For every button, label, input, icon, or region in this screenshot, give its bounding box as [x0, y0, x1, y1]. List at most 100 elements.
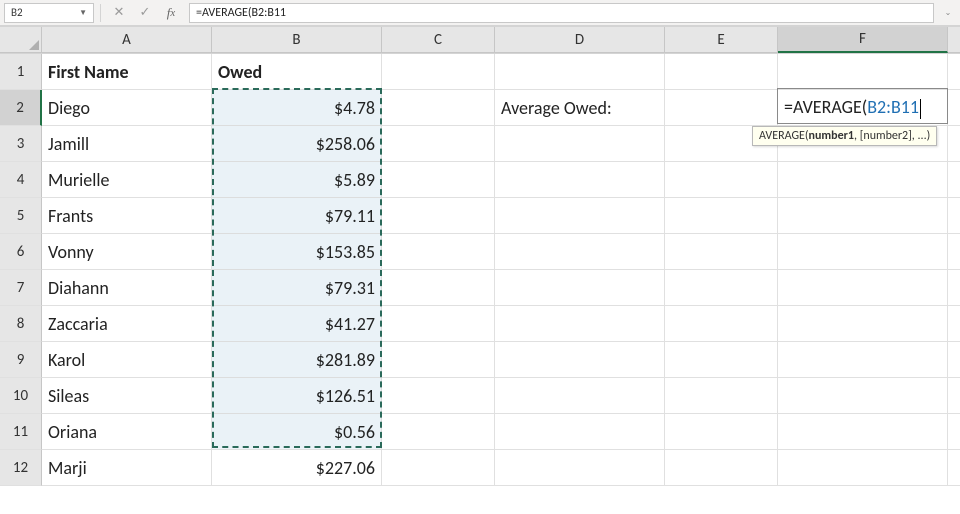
cell-F12[interactable] [778, 450, 948, 486]
col-head-E[interactable]: E [665, 27, 778, 53]
chevron-down-icon[interactable]: ▼ [79, 8, 87, 18]
cell-D3[interactable] [495, 126, 665, 162]
cell-C9[interactable] [382, 342, 495, 378]
cell-E1[interactable] [665, 54, 778, 90]
cell-B1[interactable]: Owed [212, 54, 382, 90]
cell-C1[interactable] [382, 54, 495, 90]
cell-A1[interactable]: First Name [42, 54, 212, 90]
col-head-D[interactable]: D [495, 27, 665, 53]
cell-F5[interactable] [778, 198, 948, 234]
cell-F6[interactable] [778, 234, 948, 270]
cell-E7[interactable] [665, 270, 778, 306]
cell-G2[interactable] [948, 90, 960, 126]
cell-D12[interactable] [495, 450, 665, 486]
cell-G5[interactable] [948, 198, 960, 234]
cell-B4[interactable]: $5.89 [212, 162, 382, 198]
cell-B3[interactable]: $258.06 [212, 126, 382, 162]
cell-A8[interactable]: Zaccaria [42, 306, 212, 342]
cell-A7[interactable]: Diahann [42, 270, 212, 306]
row-head-2[interactable]: 2 [0, 90, 42, 126]
row-head-9[interactable]: 9 [0, 342, 42, 378]
cell-C11[interactable] [382, 414, 495, 450]
cell-B5[interactable]: $79.11 [212, 198, 382, 234]
cell-E2[interactable] [665, 90, 778, 126]
cell-D1[interactable] [495, 54, 665, 90]
cell-G12[interactable] [948, 450, 960, 486]
cell-E4[interactable] [665, 162, 778, 198]
cell-A6[interactable]: Vonny [42, 234, 212, 270]
cell-F4[interactable] [778, 162, 948, 198]
cell-B12[interactable]: $227.06 [212, 450, 382, 486]
cell-C7[interactable] [382, 270, 495, 306]
col-head-F[interactable]: F [778, 27, 948, 53]
cell-C5[interactable] [382, 198, 495, 234]
cell-F10[interactable] [778, 378, 948, 414]
cell-C2[interactable] [382, 90, 495, 126]
cell-F1[interactable] [778, 54, 948, 90]
cell-D4[interactable] [495, 162, 665, 198]
cell-B11[interactable]: $0.56 [212, 414, 382, 450]
row-head-12[interactable]: 12 [0, 450, 42, 486]
cell-D5[interactable] [495, 198, 665, 234]
row-head-1[interactable]: 1 [0, 54, 42, 90]
cell-A10[interactable]: Sileas [42, 378, 212, 414]
row-head-6[interactable]: 6 [0, 234, 42, 270]
cell-E6[interactable] [665, 234, 778, 270]
cell-C12[interactable] [382, 450, 495, 486]
select-all-corner[interactable] [0, 27, 42, 53]
row-head-5[interactable]: 5 [0, 198, 42, 234]
cell-B7[interactable]: $79.31 [212, 270, 382, 306]
cell-C8[interactable] [382, 306, 495, 342]
cell-F8[interactable] [778, 306, 948, 342]
cell-G4[interactable] [948, 162, 960, 198]
cell-G6[interactable] [948, 234, 960, 270]
cell-D2[interactable]: Average Owed: [495, 90, 665, 126]
cell-D6[interactable] [495, 234, 665, 270]
cell-D8[interactable] [495, 306, 665, 342]
cell-G1[interactable] [948, 54, 960, 90]
cell-G9[interactable] [948, 342, 960, 378]
fx-icon[interactable]: fx [163, 5, 179, 21]
cell-G10[interactable] [948, 378, 960, 414]
cell-B8[interactable]: $41.27 [212, 306, 382, 342]
col-head-G[interactable]: G [948, 27, 960, 53]
cell-E8[interactable] [665, 306, 778, 342]
cell-B6[interactable]: $153.85 [212, 234, 382, 270]
cell-E9[interactable] [665, 342, 778, 378]
col-head-B[interactable]: B [212, 27, 382, 53]
row-head-11[interactable]: 11 [0, 414, 42, 450]
cell-E5[interactable] [665, 198, 778, 234]
cell-A12[interactable]: Marji [42, 450, 212, 486]
cell-F11[interactable] [778, 414, 948, 450]
row-head-7[interactable]: 7 [0, 270, 42, 306]
cell-D11[interactable] [495, 414, 665, 450]
cell-C3[interactable] [382, 126, 495, 162]
row-head-8[interactable]: 8 [0, 306, 42, 342]
enter-icon[interactable]: ✓ [137, 5, 153, 21]
cell-B10[interactable]: $126.51 [212, 378, 382, 414]
cell-grid[interactable]: 1 First Name Owed 2 Diego $4.78 Average … [0, 53, 960, 486]
cell-B2[interactable]: $4.78 [212, 90, 382, 126]
row-head-4[interactable]: 4 [0, 162, 42, 198]
cell-A5[interactable]: Frants [42, 198, 212, 234]
name-box[interactable]: B2 ▼ [4, 3, 94, 23]
cell-G8[interactable] [948, 306, 960, 342]
cell-A3[interactable]: Jamill [42, 126, 212, 162]
cell-C4[interactable] [382, 162, 495, 198]
cell-D10[interactable] [495, 378, 665, 414]
cell-F2[interactable]: =AVERAGE(B2:B11 [778, 90, 948, 126]
cell-G7[interactable] [948, 270, 960, 306]
cell-F7[interactable] [778, 270, 948, 306]
cell-A11[interactable]: Oriana [42, 414, 212, 450]
formula-input[interactable]: =AVERAGE(B2:B11 [189, 3, 934, 23]
cell-C10[interactable] [382, 378, 495, 414]
cell-F9[interactable] [778, 342, 948, 378]
cell-D7[interactable] [495, 270, 665, 306]
cell-B9[interactable]: $281.89 [212, 342, 382, 378]
cancel-icon[interactable]: ✕ [111, 5, 127, 21]
cell-D9[interactable] [495, 342, 665, 378]
cell-E10[interactable] [665, 378, 778, 414]
col-head-C[interactable]: C [382, 27, 495, 53]
cell-G3[interactable] [948, 126, 960, 162]
cell-A9[interactable]: Karol [42, 342, 212, 378]
